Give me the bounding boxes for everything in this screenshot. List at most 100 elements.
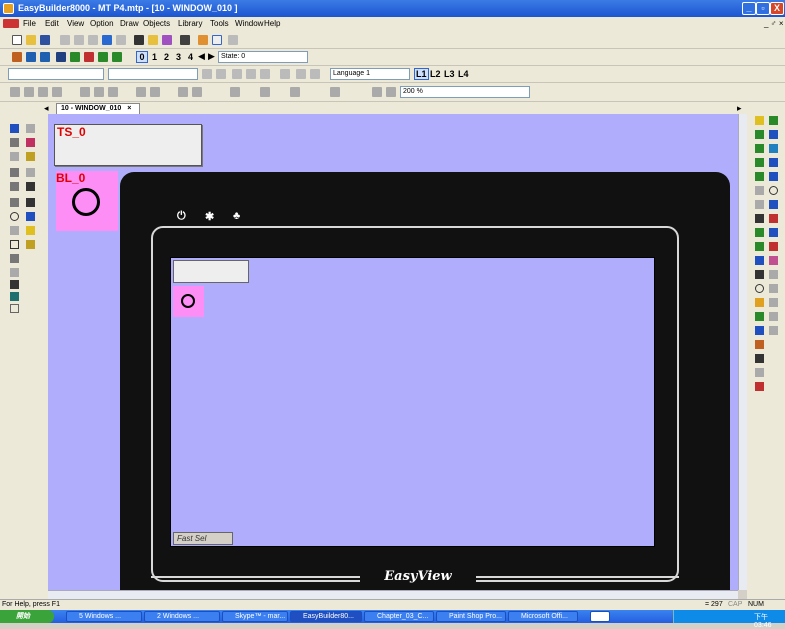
polyline-tool-icon[interactable] (10, 182, 19, 191)
open-icon[interactable] (26, 35, 36, 45)
printer-tool-icon[interactable] (755, 326, 764, 335)
table-tool-icon[interactable] (10, 292, 19, 301)
transfer-tool-icon[interactable] (755, 312, 764, 321)
online-sim-icon[interactable] (40, 52, 50, 62)
trigger-tool-icon[interactable] (769, 284, 778, 293)
line-tool-icon[interactable] (10, 152, 19, 161)
grid-icon[interactable] (212, 35, 222, 45)
curve-tool-icon[interactable] (10, 168, 19, 177)
bar-tool-icon[interactable] (769, 158, 778, 167)
menu-tools[interactable]: Tools (210, 19, 229, 28)
language-select[interactable]: Language 1 (330, 68, 410, 80)
align-mid-icon[interactable] (108, 87, 118, 97)
pie-tool-icon[interactable] (10, 226, 19, 235)
task-easybuilder[interactable]: EasyBuilder80... (290, 611, 362, 622)
word-lamp-tool-icon[interactable] (26, 138, 35, 147)
align-left-icon[interactable] (232, 69, 242, 79)
new-icon[interactable] (12, 35, 22, 45)
sound-tool-icon[interactable] (755, 298, 764, 307)
same-height-icon[interactable] (150, 87, 160, 97)
menu-library[interactable]: Library (178, 19, 202, 28)
snap-icon[interactable] (330, 87, 340, 97)
font-color-icon[interactable] (296, 69, 306, 79)
combo-tool-icon[interactable] (755, 256, 764, 265)
recipe-tool-icon[interactable] (755, 228, 764, 237)
media-tool-icon[interactable] (755, 340, 764, 349)
undo-icon[interactable] (102, 35, 112, 45)
report-tool-icon[interactable] (769, 214, 778, 223)
slider-tool-icon[interactable] (755, 200, 764, 209)
set-word-tool-icon[interactable] (26, 168, 35, 177)
minimize-button[interactable]: _ (742, 2, 756, 15)
history-tool-icon[interactable] (755, 144, 764, 153)
task-windows[interactable]: 2 Windows ... (144, 611, 220, 622)
pointer-help-icon[interactable] (162, 35, 172, 45)
mover-tool-icon[interactable] (755, 186, 764, 195)
state-select[interactable]: State: 0 (218, 51, 308, 63)
zoom-out-icon[interactable] (386, 87, 396, 97)
nudge-icon[interactable] (290, 87, 300, 97)
font-shrink-icon[interactable] (216, 69, 226, 79)
fast-sel-button[interactable]: Fast Sel (173, 532, 233, 545)
function-key-tool-icon[interactable] (26, 182, 35, 191)
trend-tool-icon[interactable] (769, 130, 778, 139)
timer-tool-icon[interactable] (755, 284, 764, 293)
keypad-tool-icon[interactable] (755, 214, 764, 223)
menu-option[interactable]: Option (90, 19, 114, 28)
pointer-tool-icon[interactable] (26, 124, 35, 133)
task-blank[interactable] (590, 611, 610, 622)
offline-sim-icon[interactable] (26, 52, 36, 62)
align-bottom-icon[interactable] (94, 87, 104, 97)
window-icon[interactable] (70, 52, 80, 62)
select-tool-icon[interactable] (10, 124, 19, 133)
event-tool-icon[interactable] (755, 130, 764, 139)
data-tool-icon[interactable] (769, 228, 778, 237)
vertical-scrollbar[interactable] (738, 114, 747, 590)
animation-tool-icon[interactable] (755, 172, 764, 181)
state-4-button[interactable]: 4 (188, 52, 193, 62)
xy-plot-tool-icon[interactable] (769, 144, 778, 153)
tab-window-010[interactable]: 10 - WINDOW_010 × (56, 103, 140, 114)
redo-icon[interactable] (116, 35, 126, 45)
paste-icon[interactable] (88, 35, 98, 45)
center-h-icon[interactable] (178, 87, 188, 97)
align-right-icon[interactable] (260, 69, 270, 79)
numeric-tool-icon[interactable] (26, 212, 35, 221)
prev-state-icon[interactable]: ◀ (198, 51, 205, 62)
italic-icon[interactable] (280, 69, 290, 79)
print-icon[interactable] (134, 35, 144, 45)
underline-icon[interactable] (310, 69, 320, 79)
next-state-icon[interactable]: ▶ (208, 51, 215, 62)
mdi-controls[interactable]: _ ♂ × (764, 19, 784, 28)
align-center-icon[interactable] (246, 69, 256, 79)
zoom-select[interactable]: 200 % (400, 86, 530, 98)
clock[interactable]: 下午 03:46 (754, 612, 785, 629)
clock-tool-icon[interactable] (769, 186, 778, 195)
backlight-tool-icon[interactable] (769, 242, 778, 251)
address-tool-icon[interactable] (755, 354, 764, 363)
screen-toggle-switch[interactable] (173, 260, 249, 283)
compile-icon[interactable] (12, 52, 22, 62)
task-chapter[interactable]: Chapter_03_C... (364, 611, 434, 622)
meter-tool-icon[interactable] (755, 158, 764, 167)
state-1-button[interactable]: 1 (152, 52, 157, 62)
state-0-button[interactable]: 0 (136, 51, 148, 63)
horizontal-scrollbar[interactable] (48, 590, 738, 599)
toggle-switch-object[interactable]: TS_0 (54, 124, 202, 166)
grid-lib-icon[interactable] (112, 52, 122, 62)
flip-icon[interactable] (230, 87, 240, 97)
marquee-tool-icon[interactable] (755, 270, 764, 279)
zoom-in-icon[interactable] (372, 87, 382, 97)
video-tool-icon[interactable] (769, 270, 778, 279)
picture-tool-icon[interactable] (26, 240, 35, 249)
state-2-button[interactable]: 2 (164, 52, 169, 62)
shape-icon[interactable] (98, 52, 108, 62)
design-canvas[interactable]: TS_0 BL_0 ⏻ ✱ ♣ Fast Sel EasyView (48, 114, 738, 590)
task-skype[interactable]: Skype™ - mar... (222, 611, 288, 622)
polygon-tool-icon[interactable] (10, 254, 19, 263)
shape-lib-tool-icon[interactable] (769, 256, 778, 265)
tab-close-icon[interactable]: × (127, 105, 131, 112)
dialog-tool-icon[interactable] (755, 382, 764, 391)
rotate-icon[interactable] (260, 87, 270, 97)
group-icon[interactable] (10, 87, 20, 97)
